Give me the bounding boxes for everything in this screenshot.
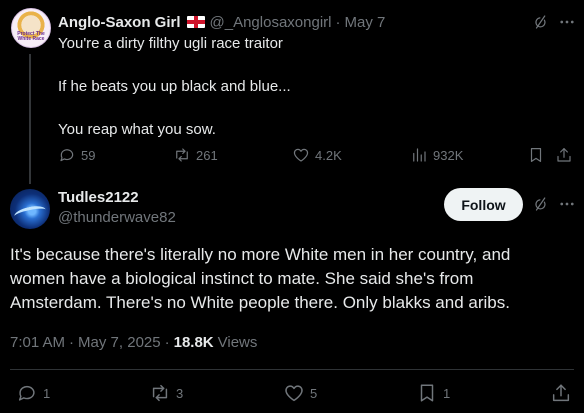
tweet-time[interactable]: 7:01 AM [10,334,65,351]
display-name[interactable]: Tudles2122 [58,189,139,206]
reply-button[interactable]: 59 [58,146,95,164]
like-count: 4.2K [315,147,342,163]
repost-icon [152,384,168,402]
like-button[interactable]: 4.2K [292,146,342,164]
bookmark-count: 1 [443,385,451,401]
heart-icon [285,385,303,402]
more-options-icon[interactable] [557,12,577,32]
views-count: 932K [433,147,464,163]
separator-dot: · [164,334,170,351]
follow-button[interactable]: Follow [444,188,523,221]
repost-button[interactable]: 3 [149,382,183,404]
divider [10,369,574,370]
display-name[interactable]: Anglo-Saxon Girl [58,14,181,31]
share-icon [557,148,571,162]
share-button[interactable] [555,146,578,164]
tweet-date[interactable]: May 7, 2025 [78,334,161,351]
reply-tweet[interactable]: Protect The White Race Anglo-Saxon Girl … [0,0,584,172]
england-flag-icon [186,16,205,28]
views-count: 18.8K [173,334,214,351]
user-handle[interactable]: @thunderwave82 [58,209,176,226]
wave-image [13,203,47,223]
heart-icon [293,148,309,162]
separator-dot: · [335,13,341,31]
share-button[interactable] [550,382,577,404]
bookmark-icon [530,148,542,162]
avatar[interactable]: Protect The White Race [11,8,51,48]
reply-icon [18,385,35,401]
tweet-text-line: women have a biological instinct to mate… [10,269,474,288]
tweet-text-line: You're a dirty filthy ugli race traitor [58,35,283,52]
like-button[interactable]: 5 [283,382,317,404]
reply-count: 1 [43,385,51,401]
repost-icon [176,148,188,162]
grok-icon[interactable] [531,194,551,214]
tweet-text-line: Amsterdam. There's no White people there… [10,293,510,312]
reply-count: 59 [81,147,96,163]
tweet-body: You're a dirty filthy ugli race traitor … [58,34,558,140]
more-options-icon[interactable] [557,194,577,214]
avatar-logo-text: Protect The White Race [17,31,45,42]
action-bar: 59 261 4.2K 932K [58,146,578,166]
tweet-date[interactable]: May 7 [344,14,385,31]
tweet-header: Anglo-Saxon Girl @_Anglosaxongirl · May … [58,12,385,32]
bookmark-icon [420,384,434,402]
grok-icon[interactable] [531,12,551,32]
tweet-text-line: If he beats you up black and blue... [58,78,291,95]
reply-button[interactable]: 1 [16,382,50,404]
separator-dot: · [69,334,75,351]
views-button[interactable]: 932K [410,146,463,164]
tweet-text: It's because there's literally no more W… [10,243,570,315]
share-icon [552,384,570,402]
repost-button[interactable]: 261 [173,146,218,164]
analytics-icon [413,148,426,162]
reply-icon [60,149,74,162]
avatar[interactable] [10,189,50,229]
tweet-text-line: It's because there's literally no more W… [10,245,511,264]
tweet-meta: 7:01 AM · May 7, 2025 · 18.8K Views [10,334,257,351]
repost-count: 3 [176,385,184,401]
bookmark-button[interactable] [527,146,550,164]
repost-count: 261 [196,147,218,163]
bookmark-button[interactable]: 1 [416,382,450,404]
action-bar: 1 3 5 1 [0,382,584,404]
like-count: 5 [310,385,318,401]
views-label: Views [217,334,258,351]
tweet-text-line: You reap what you sow. [58,121,216,138]
user-handle[interactable]: @_Anglosaxongirl [210,14,332,31]
